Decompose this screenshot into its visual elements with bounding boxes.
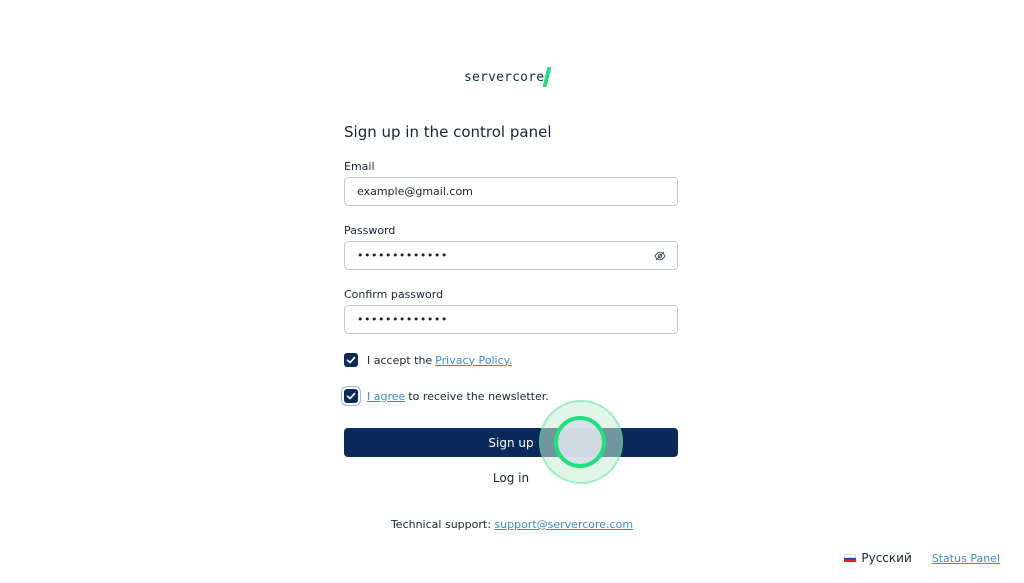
technical-support: Technical support: support@servercore.co… <box>0 518 1024 531</box>
confirm-password-field[interactable]: ••••••••••••• <box>344 305 678 334</box>
privacy-policy-row: I accept the Privacy Policy. <box>344 353 512 367</box>
privacy-policy-link[interactable]: Privacy Policy. <box>435 354 512 367</box>
support-email-link[interactable]: support@servercore.com <box>494 518 633 531</box>
password-label: Password <box>344 224 396 237</box>
password-field[interactable]: ••••••••••••• <box>344 241 678 270</box>
signup-page: servercore Sign up in the control panel … <box>0 0 1024 583</box>
language-switcher[interactable]: Русский <box>844 551 912 565</box>
newsletter-agree-link[interactable]: I agree <box>367 390 405 403</box>
confirm-password-value: ••••••••••••• <box>357 313 448 326</box>
privacy-prefix: I accept the <box>367 353 433 367</box>
log-in-link[interactable]: Log in <box>344 471 678 485</box>
footer-links: Русский Status Panel <box>844 551 1000 565</box>
support-prefix: Technical support: <box>390 518 491 531</box>
check-icon <box>346 392 356 400</box>
sign-up-button[interactable]: Sign up <box>344 428 678 457</box>
page-title: Sign up in the control panel <box>344 123 552 141</box>
eye-off-icon[interactable] <box>654 250 666 262</box>
privacy-checkbox[interactable] <box>344 353 358 367</box>
newsletter-row: I agree to receive the newsletter. <box>344 389 549 403</box>
servercore-logo[interactable]: servercore <box>464 66 552 88</box>
email-label: Email <box>344 160 375 173</box>
confirm-password-label: Confirm password <box>344 288 444 301</box>
flag-ru-icon <box>844 554 857 562</box>
email-field[interactable]: example@gmail.com <box>344 177 678 206</box>
email-value: example@gmail.com <box>357 185 473 198</box>
newsletter-checkbox[interactable] <box>344 389 358 403</box>
logo-text: servercore <box>464 69 545 85</box>
newsletter-suffix: to receive the newsletter. <box>408 389 549 403</box>
language-label: Русский <box>861 551 912 565</box>
check-icon <box>346 356 356 364</box>
status-panel-link[interactable]: Status Panel <box>932 552 1000 565</box>
password-value: ••••••••••••• <box>357 249 448 262</box>
